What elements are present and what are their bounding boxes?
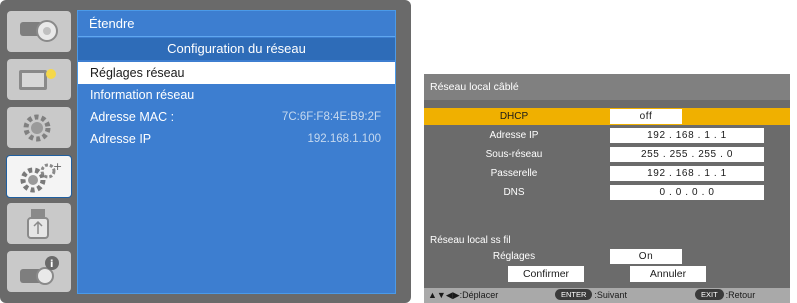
wireless-setting-row: Réglages On bbox=[424, 248, 790, 265]
breadcrumb: Étendre bbox=[78, 11, 395, 37]
svg-text:+: + bbox=[53, 160, 62, 173]
dns-row: DNS 0 . 0 . 0 . 0 bbox=[424, 184, 790, 201]
display-adjust-icon bbox=[19, 69, 56, 90]
move-hint: ▲▼◀▶:Déplacer bbox=[428, 288, 498, 303]
enter-key-icon: ENTER bbox=[555, 289, 593, 300]
gateway-field[interactable]: 192 . 168 . 1 . 1 bbox=[610, 166, 764, 181]
ip-address-row: Adresse IP 192 . 168 . 1 . 1 bbox=[424, 127, 790, 144]
tab-settings[interactable] bbox=[7, 107, 71, 148]
tab-advanced[interactable]: + bbox=[6, 155, 72, 198]
subnet-field[interactable]: 255 . 255 . 255 . 0 bbox=[610, 147, 764, 162]
tab-info[interactable]: i bbox=[7, 251, 71, 292]
menu-item-label: Adresse MAC : bbox=[90, 110, 175, 124]
ip-address-label: Adresse IP bbox=[489, 130, 539, 141]
enter-hint: ENTER:Suivant bbox=[555, 288, 627, 303]
dhcp-toggle[interactable]: off bbox=[610, 109, 682, 124]
dhcp-label: DHCP bbox=[499, 111, 529, 122]
menu-panel: Étendre Configuration du réseau Réglages… bbox=[77, 10, 396, 294]
mac-address-value: 7C:6F:F8:4E:B9:2F bbox=[281, 111, 381, 123]
tab-picture[interactable] bbox=[7, 11, 71, 52]
info-icon: i bbox=[20, 256, 59, 285]
arrow-keys-icon: ▲▼◀▶ bbox=[428, 290, 460, 300]
svg-text:i: i bbox=[50, 259, 53, 270]
exit-key-icon: EXIT bbox=[695, 289, 724, 300]
wireless-lan-heading: Réseau local ss fil bbox=[430, 235, 511, 246]
dialog-header: Réseau local câblé bbox=[424, 74, 790, 100]
menu-item-ip-address: Adresse IP 192.168.1.100 bbox=[78, 128, 395, 150]
key-help-bar: ▲▼◀▶:Déplacer ENTER:Suivant EXIT:Retour bbox=[424, 288, 790, 303]
wireless-setting-label: Réglages bbox=[492, 251, 536, 262]
enter-hint-label: :Suivant bbox=[594, 290, 627, 300]
menu-sidebar: + i bbox=[3, 3, 74, 300]
ip-address-value: 192.168.1.100 bbox=[307, 133, 381, 145]
usb-icon bbox=[27, 209, 49, 239]
menu-item-network-info[interactable]: Information réseau bbox=[78, 84, 395, 106]
menu-item-label: Réglages réseau bbox=[90, 66, 185, 80]
wireless-toggle[interactable]: On bbox=[610, 249, 682, 264]
dns-label: DNS bbox=[503, 187, 525, 198]
cancel-button[interactable]: Annuler bbox=[630, 266, 706, 282]
projector-image-icon bbox=[20, 20, 58, 42]
page-title: Configuration du réseau bbox=[78, 38, 395, 60]
advanced-gears-icon: + bbox=[20, 160, 62, 193]
subnet-row: Sous-réseau 255 . 255 . 255 . 0 bbox=[424, 146, 790, 163]
dhcp-row[interactable]: DHCP off bbox=[424, 108, 790, 125]
move-hint-label: :Déplacer bbox=[459, 290, 499, 300]
exit-hint: EXIT:Retour bbox=[695, 288, 755, 303]
gear-settings-icon bbox=[23, 114, 51, 142]
osd-menu: + i Étendre Configuration du réseau Régl… bbox=[0, 0, 411, 303]
menu-item-network-settings[interactable]: Réglages réseau bbox=[78, 62, 395, 84]
confirm-button[interactable]: Confirmer bbox=[508, 266, 584, 282]
tab-usb[interactable] bbox=[7, 203, 71, 244]
menu-item-label: Adresse IP bbox=[90, 132, 152, 146]
menu-item-mac-address: Adresse MAC : 7C:6F:F8:4E:B9:2F bbox=[78, 106, 395, 128]
wired-lan-dialog: Réseau local câblé DHCP off Adresse IP 1… bbox=[424, 74, 790, 303]
dns-field[interactable]: 0 . 0 . 0 . 0 bbox=[610, 185, 764, 200]
menu-item-label: Information réseau bbox=[90, 88, 195, 102]
gateway-row: Passerelle 192 . 168 . 1 . 1 bbox=[424, 165, 790, 182]
subnet-label: Sous-réseau bbox=[485, 149, 543, 160]
exit-hint-label: :Retour bbox=[725, 290, 756, 300]
gateway-label: Passerelle bbox=[490, 168, 538, 179]
ip-address-field[interactable]: 192 . 168 . 1 . 1 bbox=[610, 128, 764, 143]
tab-display[interactable] bbox=[7, 59, 71, 100]
